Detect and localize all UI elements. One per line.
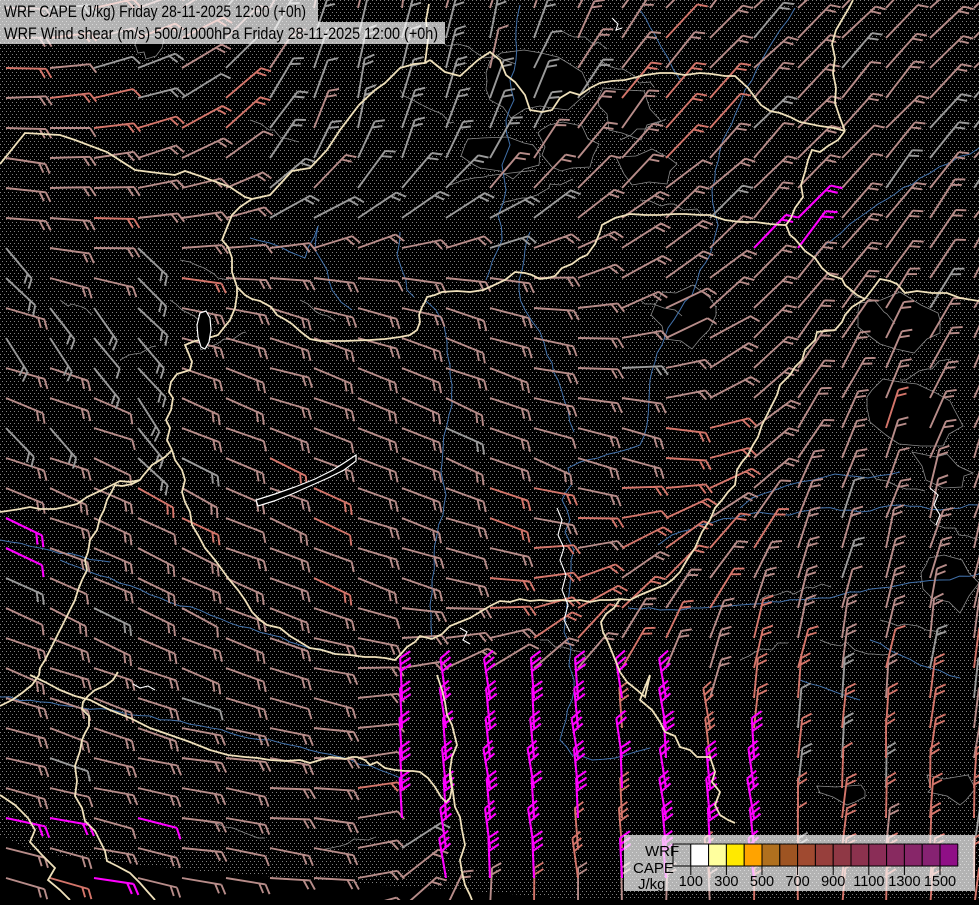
svg-text:1500: 1500: [924, 874, 956, 890]
svg-text:WRF: WRF: [645, 843, 679, 860]
svg-text:100: 100: [679, 874, 703, 890]
svg-text:WRF Wind shear (m/s) 500/1000h: WRF Wind shear (m/s) 500/1000hPa Friday …: [4, 25, 438, 43]
svg-text:CAPE: CAPE: [633, 860, 674, 877]
svg-text:700: 700: [785, 874, 809, 890]
svg-text:900: 900: [821, 874, 845, 890]
svg-text:1100: 1100: [853, 874, 884, 890]
svg-text:1300: 1300: [888, 874, 920, 890]
svg-text:WRF CAPE (J/kg) Friday 28-11-2: WRF CAPE (J/kg) Friday 28-11-2025 12:00 …: [4, 3, 306, 21]
svg-text:J/kg: J/kg: [638, 876, 666, 893]
svg-text:500: 500: [750, 874, 774, 890]
svg-text:300: 300: [714, 874, 738, 890]
